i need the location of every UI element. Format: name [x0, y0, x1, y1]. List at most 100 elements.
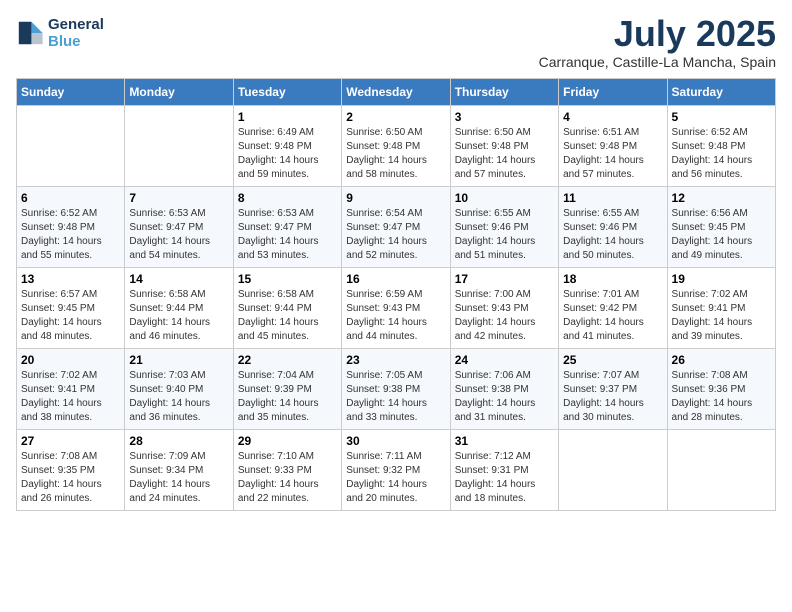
calendar-cell: 22Sunrise: 7:04 AMSunset: 9:39 PMDayligh… [233, 349, 341, 430]
calendar-cell: 7 Sunrise: 6:53 AMSunset: 9:47 PMDaylight… [125, 187, 233, 268]
day-info: Sunrise: 7:00 AMSunset: 9:43 PMDaylight:… [455, 288, 554, 344]
calendar-cell [667, 430, 775, 511]
day-number: 2 [346, 110, 445, 124]
calendar-cell: 2 Sunrise: 6:50 AMSunset: 9:48 PMDaylight… [342, 106, 450, 187]
weekday-header: Sunday [17, 79, 125, 106]
day-number: 14 [129, 272, 228, 286]
day-info: Sunrise: 7:01 AMSunset: 9:42 PMDaylight:… [563, 288, 662, 344]
title-block: July 2025 Carranque, Castille-La Mancha,… [539, 16, 776, 70]
calendar-cell: 14 Sunrise: 6:58 AMSunset: 9:44 PMDayligh… [125, 268, 233, 349]
day-info: Sunrise: 6:54 AMSunset: 9:47 PMDaylight:… [346, 207, 445, 263]
calendar-cell: 19 Sunrise: 7:02 AMSunset: 9:41 PMDayligh… [667, 268, 775, 349]
calendar-cell: 27 Sunrise: 7:08 AMSunset: 9:35 PMDayligh… [17, 430, 125, 511]
calendar-cell: 16Sunrise: 6:59 AMSunset: 9:43 PMDayligh… [342, 268, 450, 349]
day-info: Sunrise: 6:52 AMSunset: 9:48 PMDaylight:… [672, 126, 771, 182]
day-info: Sunrise: 6:52 AMSunset: 9:48 PMDaylight:… [21, 207, 120, 263]
day-number: 12 [672, 191, 771, 205]
day-info: Sunrise: 7:06 AMSunset: 9:38 PMDaylight:… [455, 369, 554, 425]
day-number: 15 [238, 272, 337, 286]
calendar-cell: 13Sunrise: 6:57 AMSunset: 9:45 PMDayligh… [17, 268, 125, 349]
day-info: Sunrise: 6:53 AMSunset: 9:47 PMDaylight:… [129, 207, 228, 263]
day-number: 26 [672, 353, 771, 367]
day-number: 25 [563, 353, 662, 367]
day-number: 20 [21, 353, 120, 367]
calendar-header: SundayMondayTuesdayWednesdayThursdayFrid… [17, 79, 776, 106]
day-number: 6 [21, 191, 120, 205]
day-number: 11 [563, 191, 662, 205]
day-number: 17 [455, 272, 554, 286]
calendar-cell: 4 Sunrise: 6:51 AMSunset: 9:48 PMDaylight… [559, 106, 667, 187]
weekday-header: Saturday [667, 79, 775, 106]
weekday-header: Friday [559, 79, 667, 106]
calendar-cell: 3 Sunrise: 6:50 AMSunset: 9:48 PMDaylight… [450, 106, 558, 187]
calendar-cell: 30 Sunrise: 7:11 AMSunset: 9:32 PMDayligh… [342, 430, 450, 511]
day-number: 3 [455, 110, 554, 124]
calendar-cell: 15 Sunrise: 6:58 AMSunset: 9:44 PMDayligh… [233, 268, 341, 349]
logo-text: General Blue [48, 16, 104, 51]
calendar-cell: 6 Sunrise: 6:52 AMSunset: 9:48 PMDaylight… [17, 187, 125, 268]
day-number: 29 [238, 434, 337, 448]
day-info: Sunrise: 6:55 AMSunset: 9:46 PMDaylight:… [563, 207, 662, 263]
day-number: 8 [238, 191, 337, 205]
day-info: Sunrise: 7:11 AMSunset: 9:32 PMDaylight:… [346, 450, 445, 506]
calendar-cell: 12 Sunrise: 6:56 AMSunset: 9:45 PMDayligh… [667, 187, 775, 268]
day-number: 9 [346, 191, 445, 205]
day-info: Sunrise: 7:02 AMSunset: 9:41 PMDaylight:… [21, 369, 120, 425]
calendar-cell: 9 Sunrise: 6:54 AMSunset: 9:47 PMDaylight… [342, 187, 450, 268]
day-number: 5 [672, 110, 771, 124]
day-number: 18 [563, 272, 662, 286]
day-number: 4 [563, 110, 662, 124]
logo: General Blue [16, 16, 104, 51]
calendar-cell: 31Sunrise: 7:12 AMSunset: 9:31 PMDayligh… [450, 430, 558, 511]
calendar-cell: 1Sunrise: 6:49 AMSunset: 9:48 PMDaylight… [233, 106, 341, 187]
calendar-cell: 17 Sunrise: 7:00 AMSunset: 9:43 PMDayligh… [450, 268, 558, 349]
calendar-cell: 23 Sunrise: 7:05 AMSunset: 9:38 PMDayligh… [342, 349, 450, 430]
weekday-header: Wednesday [342, 79, 450, 106]
calendar-cell [559, 430, 667, 511]
calendar-cell: 28 Sunrise: 7:09 AMSunset: 9:34 PMDayligh… [125, 430, 233, 511]
day-number: 21 [129, 353, 228, 367]
calendar-table: SundayMondayTuesdayWednesdayThursdayFrid… [16, 78, 776, 511]
calendar-cell [17, 106, 125, 187]
day-number: 23 [346, 353, 445, 367]
weekday-header: Tuesday [233, 79, 341, 106]
calendar-cell: 29 Sunrise: 7:10 AMSunset: 9:33 PMDayligh… [233, 430, 341, 511]
day-info: Sunrise: 7:05 AMSunset: 9:38 PMDaylight:… [346, 369, 445, 425]
day-info: Sunrise: 6:53 AMSunset: 9:47 PMDaylight:… [238, 207, 337, 263]
day-number: 13 [21, 272, 120, 286]
day-info: Sunrise: 6:51 AMSunset: 9:48 PMDaylight:… [563, 126, 662, 182]
location-title: Carranque, Castille-La Mancha, Spain [539, 54, 776, 70]
calendar-cell: 10 Sunrise: 6:55 AMSunset: 9:46 PMDayligh… [450, 187, 558, 268]
calendar-cell: 24 Sunrise: 7:06 AMSunset: 9:38 PMDayligh… [450, 349, 558, 430]
day-number: 24 [455, 353, 554, 367]
day-info: Sunrise: 6:55 AMSunset: 9:46 PMDaylight:… [455, 207, 554, 263]
weekday-header: Thursday [450, 79, 558, 106]
day-info: Sunrise: 6:49 AMSunset: 9:48 PMDaylight:… [238, 126, 337, 182]
day-number: 10 [455, 191, 554, 205]
day-number: 27 [21, 434, 120, 448]
day-number: 19 [672, 272, 771, 286]
day-number: 31 [455, 434, 554, 448]
day-info: Sunrise: 6:50 AMSunset: 9:48 PMDaylight:… [455, 126, 554, 182]
day-info: Sunrise: 7:08 AMSunset: 9:36 PMDaylight:… [672, 369, 771, 425]
day-info: Sunrise: 7:09 AMSunset: 9:34 PMDaylight:… [129, 450, 228, 506]
day-info: Sunrise: 6:56 AMSunset: 9:45 PMDaylight:… [672, 207, 771, 263]
day-number: 28 [129, 434, 228, 448]
day-info: Sunrise: 6:50 AMSunset: 9:48 PMDaylight:… [346, 126, 445, 182]
day-info: Sunrise: 7:07 AMSunset: 9:37 PMDaylight:… [563, 369, 662, 425]
calendar-cell [125, 106, 233, 187]
calendar-cell: 26 Sunrise: 7:08 AMSunset: 9:36 PMDayligh… [667, 349, 775, 430]
day-number: 7 [129, 191, 228, 205]
day-info: Sunrise: 6:58 AMSunset: 9:44 PMDaylight:… [238, 288, 337, 344]
calendar-cell: 21 Sunrise: 7:03 AMSunset: 9:40 PMDayligh… [125, 349, 233, 430]
day-number: 30 [346, 434, 445, 448]
calendar-cell: 5 Sunrise: 6:52 AMSunset: 9:48 PMDaylight… [667, 106, 775, 187]
day-info: Sunrise: 7:08 AMSunset: 9:35 PMDaylight:… [21, 450, 120, 506]
calendar-cell: 25 Sunrise: 7:07 AMSunset: 9:37 PMDayligh… [559, 349, 667, 430]
day-info: Sunrise: 7:03 AMSunset: 9:40 PMDaylight:… [129, 369, 228, 425]
day-info: Sunrise: 6:58 AMSunset: 9:44 PMDaylight:… [129, 288, 228, 344]
logo-icon [16, 19, 44, 47]
day-info: Sunrise: 7:02 AMSunset: 9:41 PMDaylight:… [672, 288, 771, 344]
day-info: Sunrise: 7:10 AMSunset: 9:33 PMDaylight:… [238, 450, 337, 506]
month-title: July 2025 [539, 16, 776, 52]
